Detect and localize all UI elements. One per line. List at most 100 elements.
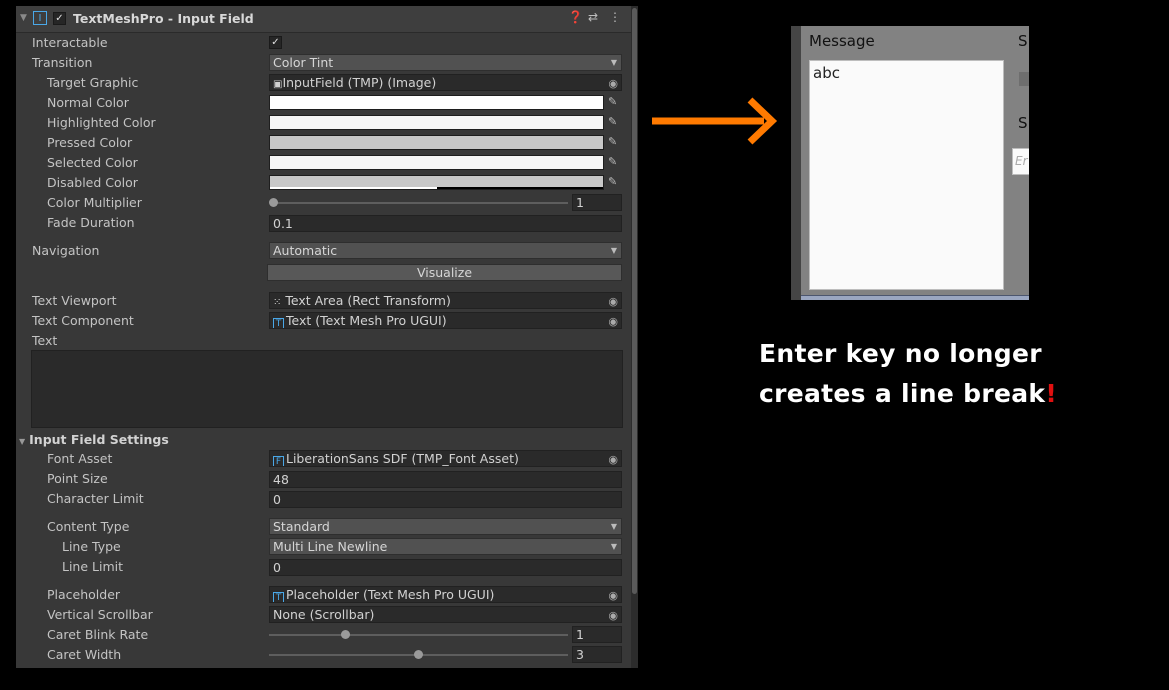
- font-asset-icon: F: [273, 456, 284, 466]
- highlighted-color-swatch[interactable]: [269, 115, 604, 130]
- eyedropper-icon[interactable]: ✎: [608, 175, 617, 188]
- caret-blink-rate-slider-track[interactable]: [269, 634, 568, 636]
- visualize-button[interactable]: Visualize: [267, 264, 622, 281]
- transition-dropdown[interactable]: Color Tint ▼: [269, 54, 622, 71]
- normal-color-label: Normal Color: [47, 95, 129, 110]
- inspector-scrollbar[interactable]: [631, 6, 638, 668]
- game-view-preview: Message abc S S Er: [791, 26, 1029, 300]
- tmp-text-icon: T: [273, 592, 284, 602]
- rect-transform-icon: ⁙: [273, 297, 282, 308]
- text-component-field[interactable]: T Text (Text Mesh Pro UGUI) ◉: [269, 312, 622, 329]
- message-label: Message: [809, 32, 875, 50]
- placeholder-field[interactable]: T Placeholder (Text Mesh Pro UGUI) ◉: [269, 586, 622, 603]
- caret-blink-rate-slider-handle[interactable]: [341, 630, 350, 639]
- side-slider[interactable]: [1019, 72, 1029, 86]
- caption-line-2-text: creates a line break: [759, 379, 1046, 408]
- line-limit-label: Line Limit: [62, 559, 124, 574]
- chevron-down-icon: ▼: [610, 246, 617, 255]
- eyedropper-icon[interactable]: ✎: [608, 135, 617, 148]
- presets-icon[interactable]: ⇄: [588, 10, 598, 24]
- normal-color-swatch[interactable]: [269, 95, 604, 110]
- transition-label: Transition: [32, 55, 93, 70]
- side-label-1: S: [1018, 32, 1028, 50]
- font-asset-value: LiberationSans SDF (TMP_Font Asset): [286, 451, 519, 466]
- tmp-component-icon: I: [33, 11, 47, 25]
- caret-width-field[interactable]: 3: [572, 646, 622, 663]
- color-multiplier-slider-track[interactable]: [272, 202, 568, 204]
- vertical-scrollbar-value: None (Scrollbar): [273, 607, 375, 622]
- text-viewport-label: Text Viewport: [32, 293, 117, 308]
- interactable-label: Interactable: [32, 35, 108, 50]
- caption-exclamation: !: [1045, 379, 1058, 408]
- object-picker-icon[interactable]: ◉: [608, 76, 618, 90]
- target-graphic-value: InputField (TMP) (Image): [282, 75, 437, 90]
- caret-width-slider-handle[interactable]: [414, 650, 423, 659]
- pressed-color-swatch[interactable]: [269, 135, 604, 150]
- highlighted-color-label: Highlighted Color: [47, 115, 156, 130]
- navigation-label: Navigation: [32, 243, 100, 258]
- side-label-2: S: [1018, 114, 1028, 132]
- object-picker-icon[interactable]: ◉: [608, 588, 618, 602]
- color-multiplier-field[interactable]: 1: [572, 194, 622, 211]
- text-area-field[interactable]: [31, 350, 623, 428]
- caret-blink-rate-field[interactable]: 1: [572, 626, 622, 643]
- line-type-value: Multi Line Newline: [273, 539, 388, 554]
- content-type-dropdown[interactable]: Standard ▼: [269, 518, 622, 535]
- menu-icon[interactable]: ⋮: [609, 10, 621, 24]
- side-input-field[interactable]: Er: [1012, 148, 1029, 175]
- foldout-arrow-icon[interactable]: ▼: [20, 13, 27, 23]
- eyedropper-icon[interactable]: ✎: [608, 155, 617, 168]
- input-field-settings-header[interactable]: ▼ Input Field Settings: [19, 432, 169, 447]
- scrollbar-thumb[interactable]: [632, 8, 637, 594]
- navigation-dropdown[interactable]: Automatic ▼: [269, 242, 622, 259]
- selected-color-swatch[interactable]: [269, 155, 604, 170]
- caption-line-1: Enter key no longer: [759, 339, 1042, 368]
- fade-duration-label: Fade Duration: [47, 215, 135, 230]
- object-picker-icon[interactable]: ◉: [608, 452, 618, 466]
- transition-value: Color Tint: [273, 55, 334, 70]
- disabled-color-swatch[interactable]: [269, 175, 604, 190]
- eyedropper-icon[interactable]: ✎: [608, 115, 617, 128]
- message-input-field[interactable]: abc: [809, 60, 1004, 290]
- game-view-left-edge: [791, 26, 801, 300]
- text-viewport-value: Text Area (Rect Transform): [285, 293, 451, 308]
- selected-color-label: Selected Color: [47, 155, 138, 170]
- caret-blink-rate-label: Caret Blink Rate: [47, 627, 149, 642]
- vertical-scrollbar-field[interactable]: None (Scrollbar) ◉: [269, 606, 622, 623]
- caption-line-2: creates a line break!: [759, 379, 1159, 408]
- text-label: Text: [32, 333, 58, 348]
- text-viewport-field[interactable]: ⁙ Text Area (Rect Transform) ◉: [269, 292, 622, 309]
- inspector-panel: ▼ I ✓ TextMeshPro - Input Field ❓ ⇄ ⋮ In…: [16, 6, 638, 668]
- pressed-color-label: Pressed Color: [47, 135, 133, 150]
- text-component-value: Text (Text Mesh Pro UGUI): [286, 313, 447, 328]
- line-type-dropdown[interactable]: Multi Line Newline ▼: [269, 538, 622, 555]
- tmp-text-icon: T: [273, 318, 284, 328]
- chevron-down-icon: ▼: [610, 522, 617, 531]
- object-picker-icon[interactable]: ◉: [608, 314, 618, 328]
- object-picker-icon[interactable]: ◉: [608, 608, 618, 622]
- color-multiplier-slider-handle[interactable]: [269, 198, 278, 207]
- line-limit-field[interactable]: 0: [269, 559, 622, 576]
- placeholder-value: Placeholder (Text Mesh Pro UGUI): [286, 587, 495, 602]
- point-size-field[interactable]: 48: [269, 471, 622, 488]
- component-header[interactable]: ▼ I ✓ TextMeshPro - Input Field ❓ ⇄ ⋮: [16, 6, 638, 33]
- eyedropper-icon[interactable]: ✎: [608, 95, 617, 108]
- disabled-color-label: Disabled Color: [47, 175, 138, 190]
- character-limit-field[interactable]: 0: [269, 491, 622, 508]
- font-asset-field[interactable]: F LiberationSans SDF (TMP_Font Asset) ◉: [269, 450, 622, 467]
- text-component-label: Text Component: [32, 313, 134, 328]
- color-multiplier-label: Color Multiplier: [47, 195, 142, 210]
- fade-duration-field[interactable]: 0.1: [269, 215, 622, 232]
- target-graphic-label: Target Graphic: [47, 75, 139, 90]
- target-graphic-field[interactable]: ▣InputField (TMP) (Image) ◉: [269, 74, 622, 91]
- alpha-fill: [270, 187, 437, 189]
- interactable-checkbox[interactable]: ✓: [269, 36, 282, 49]
- component-enabled-checkbox[interactable]: ✓: [53, 12, 66, 25]
- foldout-arrow-icon[interactable]: ▼: [19, 437, 25, 446]
- font-asset-label: Font Asset: [47, 451, 113, 466]
- right-arrow-icon: [652, 97, 778, 145]
- content-type-label: Content Type: [47, 519, 130, 534]
- object-picker-icon[interactable]: ◉: [608, 294, 618, 308]
- help-icon[interactable]: ❓: [568, 10, 583, 24]
- character-limit-label: Character Limit: [47, 491, 144, 506]
